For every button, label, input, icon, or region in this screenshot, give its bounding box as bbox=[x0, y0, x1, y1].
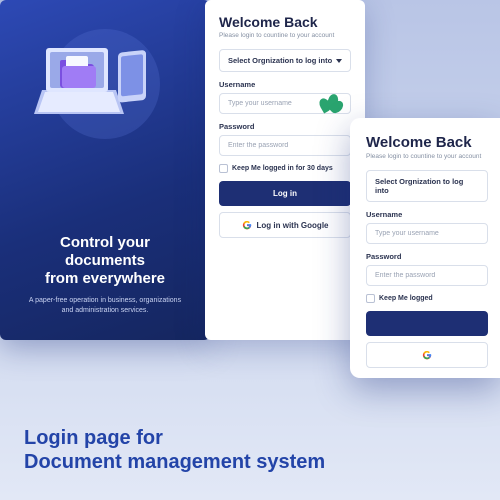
organization-select-label: Select Orgnization to log into bbox=[228, 56, 332, 65]
remember-checkbox[interactable]: Keep Me logged in for 30 days bbox=[219, 164, 351, 173]
google-login-label: Log in with Google bbox=[257, 221, 329, 230]
username-input-mobile[interactable] bbox=[366, 223, 488, 244]
hero-panel: Control your documents from everywhere A… bbox=[0, 0, 210, 340]
welcome-heading: Welcome Back bbox=[219, 14, 351, 30]
password-input-mobile[interactable] bbox=[366, 265, 488, 286]
welcome-subtitle-mobile: Please login to countine to your account bbox=[366, 153, 488, 160]
remember-label-mobile: Keep Me logged bbox=[379, 295, 433, 302]
organization-select-mobile[interactable]: Select Orgnization to log into bbox=[366, 170, 488, 202]
page-title-line1: Login page for bbox=[24, 427, 163, 449]
organization-select-label-mobile: Select Orgnization to log into bbox=[375, 177, 479, 195]
password-input[interactable] bbox=[219, 135, 351, 156]
documents-illustration bbox=[30, 26, 180, 146]
page-title: Login page for Document management syste… bbox=[24, 426, 325, 474]
login-button-mobile[interactable] bbox=[366, 311, 488, 336]
hero-subtitle: A paper-free operation in business, orga… bbox=[20, 296, 190, 322]
google-icon bbox=[242, 220, 252, 230]
hero-title-line1: Control your documents bbox=[60, 234, 150, 269]
checkbox-icon bbox=[219, 164, 228, 173]
remember-label: Keep Me logged in for 30 days bbox=[232, 165, 333, 172]
login-card-desktop: Welcome Back Please login to countine to… bbox=[205, 0, 365, 340]
checkbox-icon-mobile bbox=[366, 294, 375, 303]
hero-title-line2: from everywhere bbox=[45, 270, 165, 287]
google-login-button[interactable]: Log in with Google bbox=[219, 212, 351, 238]
plant-decoration bbox=[320, 94, 342, 124]
remember-checkbox-mobile[interactable]: Keep Me logged bbox=[366, 294, 488, 303]
chevron-down-icon bbox=[336, 59, 342, 63]
organization-select[interactable]: Select Orgnization to log into bbox=[219, 49, 351, 72]
google-icon-mobile bbox=[422, 350, 432, 360]
google-login-button-mobile[interactable] bbox=[366, 342, 488, 368]
welcome-heading-mobile: Welcome Back bbox=[366, 134, 488, 151]
password-label-mobile: Password bbox=[366, 252, 488, 261]
welcome-subtitle: Please login to countine to your account bbox=[219, 32, 351, 39]
login-button[interactable]: Log in bbox=[219, 181, 351, 206]
hero-title: Control your documents from everywhere bbox=[20, 234, 190, 288]
username-label: Username bbox=[219, 80, 351, 89]
login-card-mobile: Welcome Back Please login to countine to… bbox=[350, 118, 500, 378]
page-title-line2: Document management system bbox=[24, 451, 325, 473]
username-label-mobile: Username bbox=[366, 210, 488, 219]
